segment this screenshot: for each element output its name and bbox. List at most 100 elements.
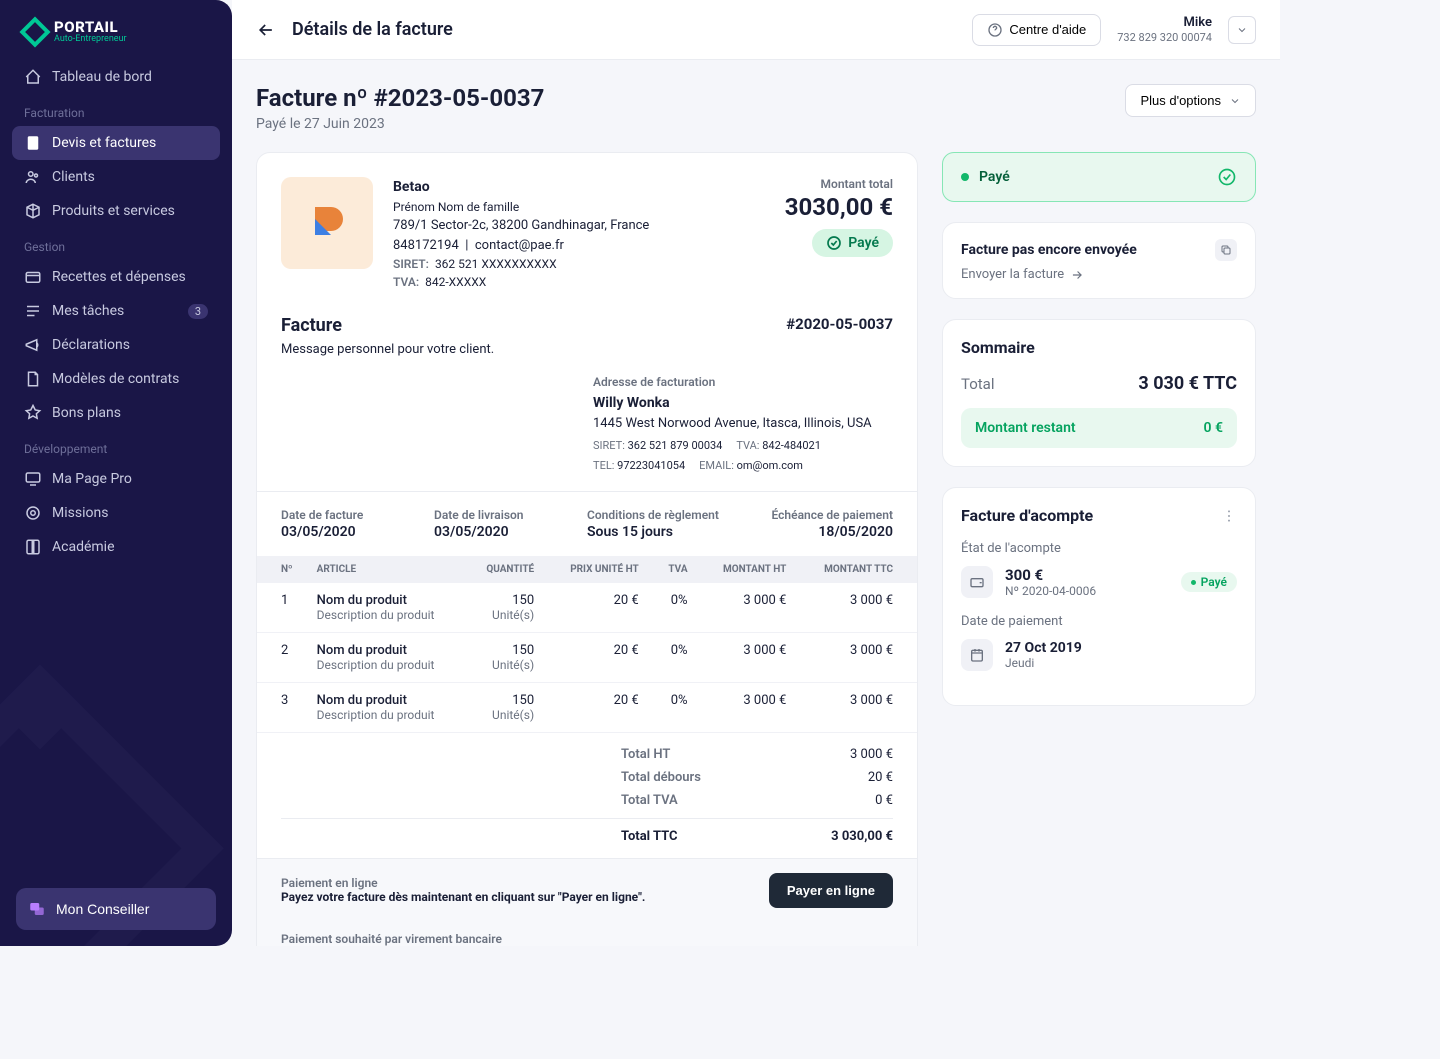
sidebar-item-transactions[interactable]: Recettes et dépenses — [12, 260, 220, 294]
invoice-dates: Date de facture03/05/2020 Date de livrai… — [257, 491, 917, 556]
deposit-number: Nº 2020-04-0006 — [1005, 584, 1169, 598]
th-article: ARTICLE — [305, 556, 465, 583]
sidebar-item-label: Modèles de contrats — [52, 371, 179, 387]
summary-total-value: 3 030 € TTC — [1138, 373, 1237, 394]
tva-label: TVA: — [393, 273, 419, 291]
sidebar-item-label: Mes tâches — [52, 303, 124, 319]
table-row: 3 Nom du produitDescription du produit 1… — [257, 682, 917, 732]
wallet-icon — [24, 268, 42, 286]
send-link-label: Envoyer la facture — [961, 267, 1064, 282]
summary-card: Sommaire Total 3 030 € TTC Montant resta… — [942, 319, 1256, 467]
content: Facture nº #2023-05-0037 Payé le 27 Juin… — [232, 60, 1280, 946]
back-arrow-icon[interactable] — [256, 20, 276, 40]
sidebar-footer: Mon Conseiller — [0, 872, 232, 946]
user-info: Mike 732 829 320 00074 — [1117, 15, 1212, 44]
more-options-button[interactable]: Plus d'options — [1125, 84, 1256, 117]
sidebar: PORTAIL Auto-Entrepreneur Tableau de bor… — [0, 0, 232, 946]
totals: Total HT3 000 € Total débours20 € Total … — [257, 733, 917, 858]
sidebar-item-label: Déclarations — [52, 337, 130, 353]
col-left: Betao Prénom Nom de famille 789/1 Sector… — [256, 152, 918, 946]
sidebar-item-label: Clients — [52, 169, 95, 185]
document-type: Facture — [281, 315, 494, 336]
page-title: Facture nº #2023-05-0037 — [256, 84, 544, 112]
sidebar-item-deals[interactable]: Bons plans — [12, 396, 220, 430]
th-ttc: MONTANT TTC — [798, 556, 917, 583]
status-dot-icon — [961, 173, 969, 181]
sidebar-item-label: Recettes et dépenses — [52, 269, 186, 285]
personal-message: Message personnel pour votre client. — [281, 342, 494, 357]
logo[interactable]: PORTAIL Auto-Entrepreneur — [0, 0, 232, 60]
user-menu-toggle[interactable] — [1228, 16, 1256, 44]
help-button[interactable]: Centre d'aide — [972, 14, 1101, 46]
remaining-value: 0 € — [1204, 420, 1223, 436]
deposit-info-row: 300 € Nº 2020-04-0006 Payé — [961, 566, 1237, 598]
logo-icon — [19, 16, 50, 47]
deposit-day: Jeudi — [1005, 656, 1237, 670]
online-payment-block: Paiement en ligne Payez votre facture dè… — [257, 858, 917, 922]
invoice-meta: Facture Message personnel pour votre cli… — [257, 307, 917, 373]
box-icon — [24, 202, 42, 220]
company-logo — [281, 177, 373, 269]
help-icon — [987, 22, 1003, 38]
billing-address-block: Adresse de facturation Willy Wonka 1445 … — [257, 373, 917, 491]
sidebar-item-label: Tableau de bord — [52, 69, 152, 85]
monitor-icon — [24, 470, 42, 488]
send-invoice-link[interactable]: Envoyer la facture — [961, 267, 1237, 282]
paid-text: Payé — [848, 235, 879, 251]
sidebar-item-tasks[interactable]: Mes tâches 3 — [12, 294, 220, 328]
deposit-date-label: Date de paiement — [961, 614, 1237, 629]
th-unit-price: PRIX UNITÉ HT — [546, 556, 651, 583]
company-person: Prénom Nom de famille — [393, 198, 765, 216]
chat-icon — [28, 900, 46, 918]
conseiller-label: Mon Conseiller — [56, 901, 149, 917]
paid-badge: Payé — [812, 229, 893, 257]
check-circle-icon — [1217, 167, 1237, 187]
sidebar-item-declarations[interactable]: Déclarations — [12, 328, 220, 362]
copy-icon-box[interactable] — [1215, 239, 1237, 261]
tva-value: 842-XXXXX — [425, 273, 486, 291]
invoice-header: Betao Prénom Nom de famille 789/1 Sector… — [257, 153, 917, 307]
document-icon — [24, 134, 42, 152]
pay-online-button[interactable]: Payer en ligne — [769, 873, 893, 908]
sidebar-item-products[interactable]: Produits et services — [12, 194, 220, 228]
th-n: Nº — [257, 556, 305, 583]
invoice-total-block: Montant total 3030,00 € Payé — [785, 177, 893, 257]
deposit-date-row: 27 Oct 2019 Jeudi — [961, 639, 1237, 671]
invoice-card: Betao Prénom Nom de famille 789/1 Sector… — [256, 152, 918, 946]
check-circle-icon — [826, 235, 842, 251]
sidebar-item-clients[interactable]: Clients — [12, 160, 220, 194]
megaphone-icon — [24, 336, 42, 354]
sidebar-item-label: Bons plans — [52, 405, 121, 421]
list-icon — [24, 302, 42, 320]
total-amount: 3030,00 € — [785, 193, 893, 221]
remaining-block: Montant restant 0 € — [961, 408, 1237, 448]
sidebar-item-page-pro[interactable]: Ma Page Pro — [12, 462, 220, 496]
online-payment-label: Paiement en ligne — [281, 876, 645, 890]
company-info: Betao Prénom Nom de famille 789/1 Sector… — [393, 177, 765, 291]
sidebar-item-missions[interactable]: Missions — [12, 496, 220, 530]
sidebar-item-label: Devis et factures — [52, 135, 156, 151]
sidebar-item-academy[interactable]: Académie — [12, 530, 220, 564]
summary-total-key: Total — [961, 375, 995, 393]
home-icon — [24, 68, 42, 86]
sidebar-item-contracts[interactable]: Modèles de contrats — [12, 362, 220, 396]
sidebar-item-quotes[interactable]: Devis et factures — [12, 126, 220, 160]
more-dots-icon[interactable] — [1221, 508, 1237, 524]
th-qty: QUANTITÉ — [465, 556, 546, 583]
siret-label: SIRET: — [393, 255, 429, 273]
summary-title: Sommaire — [961, 338, 1237, 357]
company-email: contact@pae.fr — [475, 238, 564, 253]
sidebar-item-dashboard[interactable]: Tableau de bord — [12, 60, 220, 94]
more-options-label: Plus d'options — [1140, 93, 1221, 108]
conseiller-button[interactable]: Mon Conseiller — [16, 888, 216, 930]
chevron-down-icon — [1229, 95, 1241, 107]
items-table: Nº ARTICLE QUANTITÉ PRIX UNITÉ HT TVA MO… — [257, 556, 917, 733]
star-icon — [24, 404, 42, 422]
tasks-badge: 3 — [188, 304, 208, 319]
billing-name: Willy Wonka — [593, 393, 893, 414]
status-text: Payé — [979, 169, 1207, 185]
siret-value: 362 521 XXXXXXXXXX — [435, 255, 557, 273]
nav-section-dev: Développement — [12, 430, 220, 462]
main-area: Détails de la facture Centre d'aide Mike… — [232, 0, 1280, 946]
billing-addr: 1445 West Norwood Avenue, Itasca, Illino… — [593, 414, 893, 434]
